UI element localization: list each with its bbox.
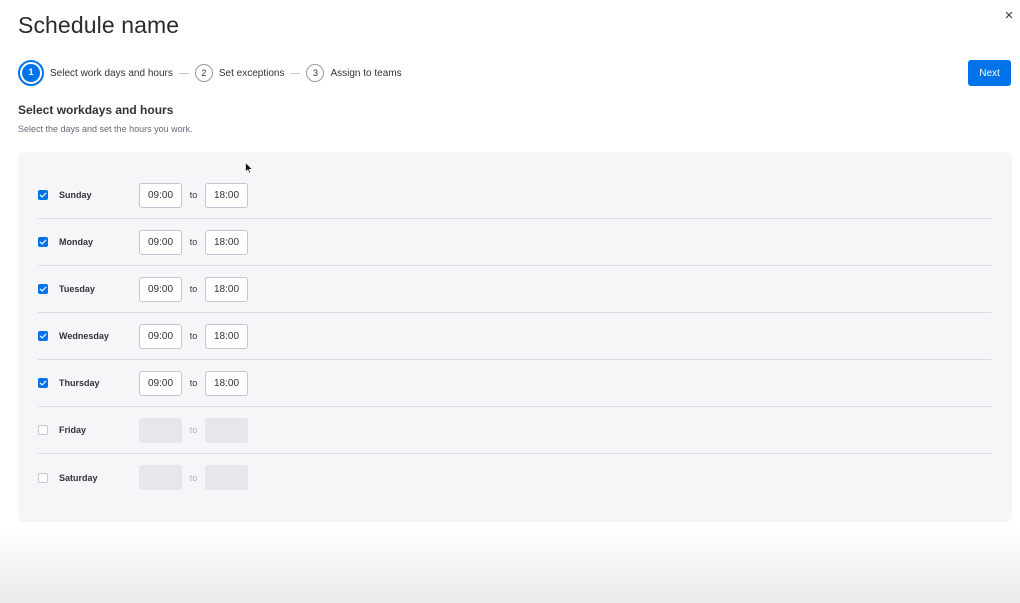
to-label: to bbox=[189, 425, 198, 435]
mouse-cursor-icon bbox=[245, 162, 253, 174]
start-time-input[interactable]: 09:00 bbox=[139, 323, 182, 349]
day-checkbox[interactable] bbox=[38, 331, 48, 341]
next-button[interactable]: Next bbox=[968, 60, 1011, 86]
start-time-input[interactable]: 09:00 bbox=[139, 182, 182, 208]
section-subtitle: Select the days and set the hours you wo… bbox=[18, 124, 193, 134]
stepper: 1 Select work days and hours 2 Set excep… bbox=[18, 60, 402, 86]
start-time-input[interactable]: 09:00 bbox=[139, 276, 182, 302]
day-checkbox[interactable] bbox=[38, 378, 48, 388]
day-label: Sunday bbox=[59, 190, 92, 200]
end-time-input[interactable] bbox=[205, 465, 248, 490]
start-time-input[interactable]: 09:00 bbox=[139, 370, 182, 396]
to-label: to bbox=[189, 378, 198, 388]
day-row-sunday: Sunday 09:00 to 18:00 bbox=[38, 172, 991, 219]
day-row-wednesday: Wednesday 09:00 to 18:00 bbox=[38, 313, 991, 360]
to-label: to bbox=[189, 472, 198, 483]
day-label: Saturday bbox=[59, 472, 98, 483]
day-label: Thursday bbox=[59, 378, 100, 388]
workdays-panel: Sunday 09:00 to 18:00 Monday 09:00 to 18:00 Tues… bbox=[18, 152, 1012, 522]
day-row-monday: Monday 09:00 to 18:00 bbox=[38, 219, 991, 266]
day-checkbox[interactable] bbox=[38, 237, 48, 247]
start-time-input[interactable] bbox=[139, 465, 182, 490]
end-time-input[interactable]: 18:00 bbox=[205, 370, 248, 396]
to-label: to bbox=[189, 237, 198, 247]
to-label: to bbox=[189, 284, 198, 294]
end-time-input[interactable]: 18:00 bbox=[205, 229, 248, 255]
day-label: Wednesday bbox=[59, 331, 109, 341]
checkmark-icon bbox=[39, 333, 47, 339]
day-checkbox[interactable] bbox=[38, 284, 48, 294]
step-1-label: Select work days and hours bbox=[50, 67, 173, 79]
start-time-input[interactable]: 09:00 bbox=[139, 229, 182, 255]
day-label: Friday bbox=[59, 425, 87, 435]
close-icon[interactable]: × bbox=[1002, 8, 1016, 23]
start-time-input[interactable] bbox=[139, 417, 182, 443]
step-2-label: Set exceptions bbox=[218, 67, 285, 79]
end-time-input[interactable]: 18:00 bbox=[205, 182, 248, 208]
checkmark-icon bbox=[39, 192, 47, 198]
day-row-saturday: Saturday to bbox=[38, 454, 991, 501]
day-row-tuesday: Tuesday 09:00 to 18:00 bbox=[38, 266, 991, 313]
day-row-friday: Friday to bbox=[38, 407, 991, 454]
step-1-number: 1 bbox=[22, 64, 40, 82]
section-title: Select workdays and hours bbox=[18, 103, 174, 117]
step-separator bbox=[290, 72, 301, 74]
checkmark-icon bbox=[39, 380, 47, 386]
to-label: to bbox=[189, 190, 198, 200]
day-row-thursday: Thursday 09:00 to 18:00 bbox=[38, 360, 991, 407]
day-label: Monday bbox=[59, 237, 94, 247]
day-checkbox[interactable] bbox=[38, 425, 48, 435]
step-separator bbox=[178, 72, 189, 74]
to-label: to bbox=[189, 331, 198, 341]
day-label: Tuesday bbox=[59, 284, 95, 294]
checkmark-icon bbox=[39, 286, 47, 292]
step-3[interactable]: 3 Assign to teams bbox=[306, 64, 402, 82]
day-checkbox[interactable] bbox=[38, 190, 48, 200]
end-time-input[interactable]: 18:00 bbox=[205, 276, 248, 302]
step-2[interactable]: 2 Set exceptions bbox=[194, 64, 285, 82]
end-time-input[interactable] bbox=[205, 417, 248, 443]
step-3-number: 3 bbox=[306, 64, 325, 82]
end-time-input[interactable]: 18:00 bbox=[205, 323, 248, 349]
page-title: Schedule name bbox=[18, 12, 180, 38]
step-3-label: Assign to teams bbox=[330, 67, 402, 79]
step-1-ring: 1 bbox=[18, 60, 44, 86]
checkmark-icon bbox=[39, 239, 47, 245]
step-1[interactable]: 1 Select work days and hours bbox=[18, 60, 173, 86]
step-2-number: 2 bbox=[194, 64, 213, 82]
day-checkbox[interactable] bbox=[38, 472, 48, 483]
